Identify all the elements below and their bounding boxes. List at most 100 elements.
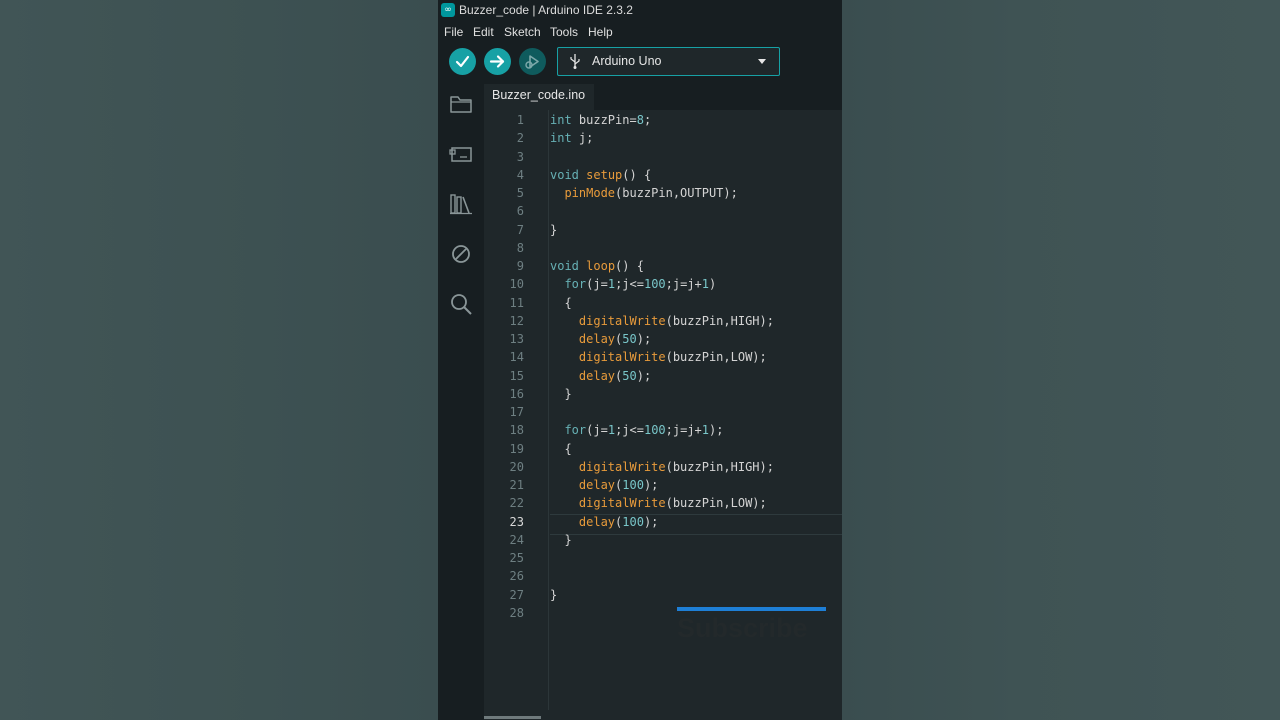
subscribe-watermark: Subscribe [677,613,808,643]
toolbar: Arduino Uno [438,42,842,84]
line-number: 14 [509,350,524,365]
board-name: Arduino Uno [592,54,662,68]
code-line[interactable]: 14 digitalWrite(buzzPin,LOW); [484,348,842,366]
debug-button[interactable] [519,48,546,75]
code-text: digitalWrite(buzzPin,HIGH); [578,313,774,328]
window-title: Buzzer_code | Arduino IDE 2.3.2 [459,3,633,17]
debug-disabled-icon[interactable] [448,241,474,267]
code-line[interactable]: 24 } [484,531,842,549]
code-text: for(j=1;j<=100;j=j+1) [564,277,717,292]
code-text: { [550,441,572,456]
code-line[interactable]: 2 int j; [484,129,842,147]
line-number: 12 [509,313,524,328]
line-number: 11 [509,295,524,310]
line-number: 21 [509,478,524,492]
line-number: 4 [516,167,524,182]
code-text: void loop() { [550,259,644,273]
code-text: pinMode(buzzPin,OUTPUT); [564,186,738,200]
code-line[interactable]: 5 pinMode(buzzPin,OUTPUT); [484,184,842,202]
line-number: 16 [509,386,524,401]
menu-sketch[interactable]: Sketch [504,25,541,39]
code-line[interactable]: 27} [484,586,842,604]
line-number: 5 [516,186,524,200]
line-number: 2 [516,131,524,146]
verify-button[interactable] [449,48,476,75]
code-line[interactable]: 17 [484,403,842,421]
code-text: } [550,532,572,547]
folder-icon[interactable] [448,91,474,117]
line-number: 25 [509,551,524,565]
code-line[interactable]: 6 [484,202,842,220]
code-text: } [550,222,558,237]
activity-sidebar [438,84,484,720]
code-text: void setup() { [550,167,652,182]
code-line[interactable]: 22 digitalWrite(buzzPin,LOW); [484,494,842,512]
upload-button[interactable] [484,48,511,75]
library-icon[interactable] [448,191,474,217]
code-line[interactable]: 18 for(j=1;j<=100;j=j+1); [484,421,842,439]
video-progress-bar [677,607,826,611]
code-line[interactable]: 20 digitalWrite(buzzPin,HIGH); [484,458,842,476]
code-text: delay(100); [578,514,659,529]
editor-tabs: Buzzer_code.ino [484,84,842,110]
code-line[interactable]: 12 digitalWrite(buzzPin,HIGH); [484,312,842,330]
arrow-right-icon [489,55,505,68]
code-text: delay(50); [578,332,652,346]
code-text: } [550,386,572,401]
title-bar: ∞ Buzzer_code | Arduino IDE 2.3.2 [438,0,842,22]
tab-label: Buzzer_code.ino [492,88,586,102]
horizontal-scrollbar[interactable] [484,716,541,719]
code-text: for(j=1;j<=100;j=j+1); [564,423,724,438]
chevron-down-icon [758,59,766,64]
code-line[interactable]: 9 void loop() { [484,257,842,275]
code-line[interactable]: 10 for(j=1;j<=100;j=j+1) [484,275,842,293]
line-number: 10 [509,277,524,292]
code-line[interactable]: 1 int buzzPin=8; [484,111,842,129]
code-text: int buzzPin=8; [550,113,652,127]
code-line[interactable]: 13 delay(50); [484,330,842,348]
line-number: 27 [509,587,524,602]
line-number: 26 [509,569,524,584]
tab-buzzer-code[interactable]: Buzzer_code.ino [484,84,594,110]
board-selector[interactable]: Arduino Uno [557,47,780,76]
line-number: 13 [509,332,524,346]
code-line[interactable]: 3 [484,148,842,166]
code-line[interactable]: 23 delay(100); [484,513,842,531]
code-text: delay(100); [578,478,659,492]
code-line[interactable]: 16 } [484,385,842,403]
code-line[interactable]: 26 [484,567,842,585]
code-line[interactable]: 21 delay(100); [484,476,842,494]
line-number: 6 [516,204,524,219]
menu-bar: File Edit Sketch Tools Help [438,22,842,42]
line-number: 22 [509,496,524,511]
line-number: 24 [509,532,524,547]
menu-file[interactable]: File [444,25,463,39]
line-number: 28 [509,605,524,620]
line-number: 18 [509,423,524,438]
line-number: 7 [516,222,524,237]
arduino-ide-window: ∞ Buzzer_code | Arduino IDE 2.3.2 File E… [438,0,842,720]
code-text: } [550,587,558,602]
line-number: 15 [509,368,524,383]
menu-edit[interactable]: Edit [473,25,494,39]
code-line[interactable]: 4 void setup() { [484,166,842,184]
code-text: delay(50); [578,368,652,383]
code-text: int j; [550,131,594,146]
check-icon [455,55,470,68]
line-number: 1 [516,113,524,127]
code-line[interactable]: 11 { [484,294,842,312]
code-text: digitalWrite(buzzPin,LOW); [578,496,767,511]
code-line[interactable]: 15 delay(50); [484,367,842,385]
board-manager-icon[interactable] [448,141,474,167]
code-line[interactable]: 19 { [484,440,842,458]
video-background-left [0,0,438,720]
line-number: 20 [509,459,524,474]
search-icon[interactable] [448,291,474,317]
code-line[interactable]: 7} [484,221,842,239]
code-text: digitalWrite(buzzPin,HIGH); [578,459,774,474]
code-line[interactable]: 25 [484,549,842,567]
code-line[interactable]: 8 [484,239,842,257]
code-text: { [550,295,572,310]
menu-help[interactable]: Help [588,25,613,39]
menu-tools[interactable]: Tools [550,25,578,39]
